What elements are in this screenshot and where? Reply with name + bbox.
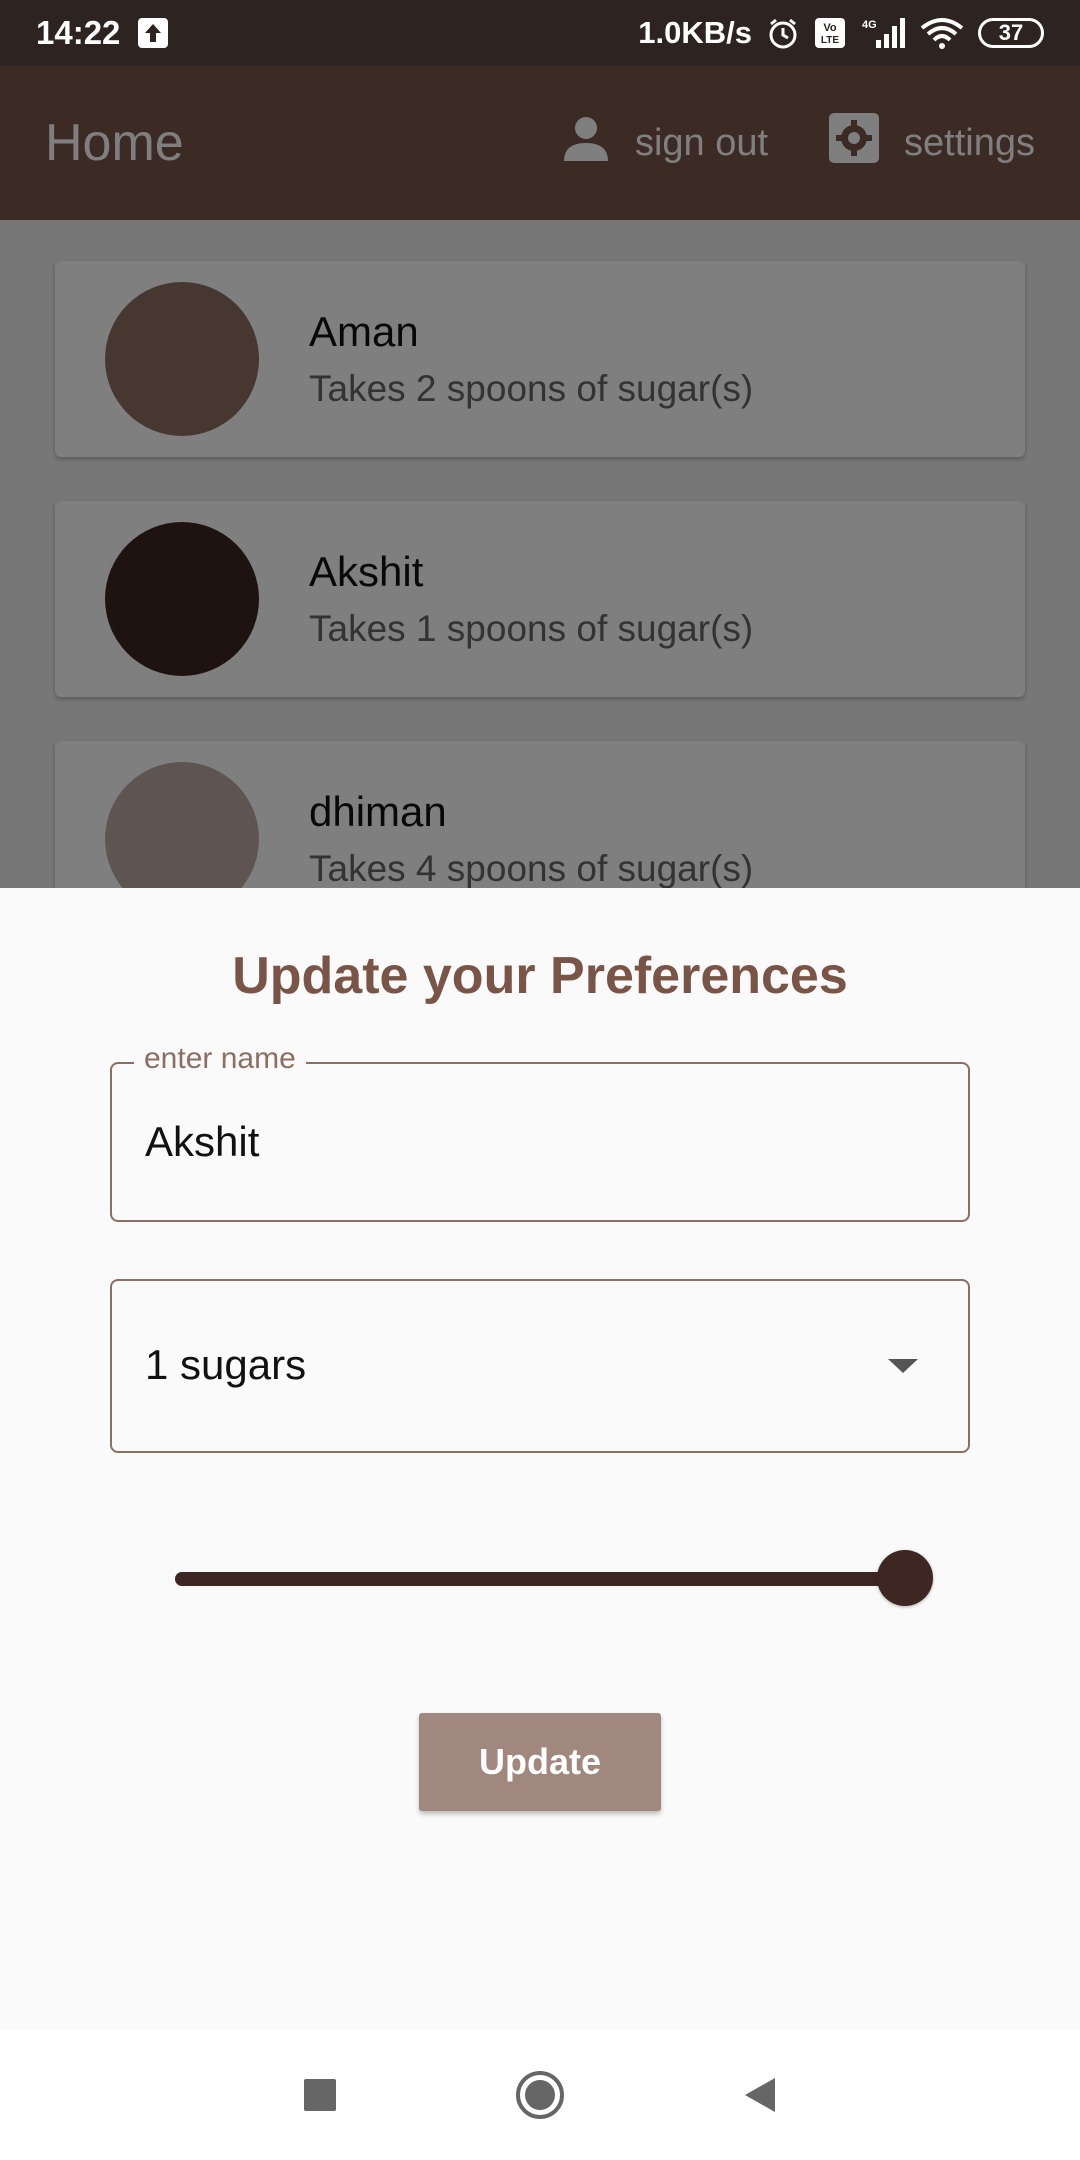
sugars-dropdown-value: 1 sugars — [145, 1341, 307, 1388]
name-field-value: Akshit — [145, 1118, 260, 1165]
recents-icon[interactable] — [290, 2065, 350, 2125]
volte-icon: Vo LTE — [814, 17, 846, 49]
update-button[interactable]: Update — [419, 1713, 661, 1811]
status-bar: 14:22 1.0KB/s Vo LTE 4G 37 — [0, 0, 1080, 66]
slider-thumb[interactable] — [877, 1550, 933, 1606]
name-field-label: enter name — [134, 1042, 306, 1076]
upload-icon — [138, 18, 169, 48]
signal-4g-icon: 4G — [860, 16, 906, 50]
network-speed: 1.0KB/s — [638, 15, 752, 50]
battery-icon: 37 — [978, 18, 1044, 48]
svg-text:4G: 4G — [862, 19, 877, 31]
slider-fill — [175, 1572, 905, 1586]
modal-scrim[interactable] — [0, 66, 1080, 888]
alarm-icon — [766, 16, 800, 50]
navigation-bar — [0, 2030, 1080, 2160]
svg-text:Vo: Vo — [823, 22, 837, 34]
back-icon[interactable] — [730, 2065, 790, 2125]
svg-text:LTE: LTE — [821, 35, 839, 46]
dropdown-arrow-icon — [888, 1359, 918, 1373]
name-field[interactable]: enter name Akshit — [110, 1042, 970, 1222]
sugars-dropdown[interactable]: 1 sugars — [110, 1279, 970, 1453]
home-icon[interactable] — [510, 2065, 570, 2125]
wifi-icon — [920, 16, 964, 50]
sheet-title: Update your Preferences — [232, 947, 848, 1005]
strength-slider[interactable] — [175, 1550, 933, 1606]
status-time: 14:22 — [36, 14, 121, 51]
bottom-sheet: Update your Preferences enter name Akshi… — [0, 888, 1080, 2030]
